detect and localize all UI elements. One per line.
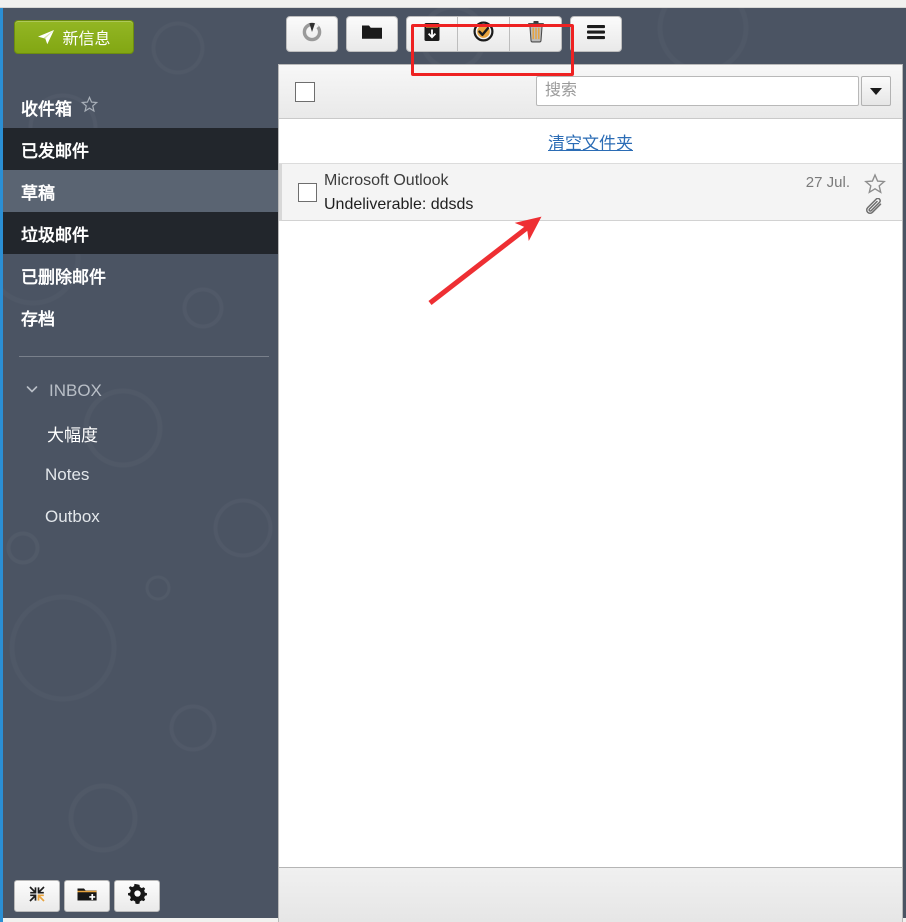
sidebar-folder-sent[interactable]: 已发邮件: [3, 128, 278, 170]
message-sender: Microsoft Outlook: [324, 172, 449, 189]
subfolder-label: Outbox: [45, 507, 100, 526]
folder-label: 草稿: [21, 183, 55, 203]
window-left-accent-border: [0, 8, 3, 922]
empty-folder-bar: 清空文件夹: [279, 119, 902, 164]
message-subject: Undeliverable: ddsds: [324, 196, 474, 213]
message-row[interactable]: Microsoft Outlook Undeliverable: ddsds 2…: [279, 164, 902, 221]
search-bar: [536, 76, 891, 106]
sidebar-folder-trash[interactable]: 已删除邮件: [3, 254, 278, 296]
add-folder-button[interactable]: [64, 880, 110, 912]
subfolder-label: 大幅度: [47, 425, 98, 445]
main-toolbar: [286, 16, 622, 76]
refresh-icon: [301, 21, 323, 48]
mark-read-button[interactable]: [458, 16, 510, 52]
search-options-button[interactable]: [861, 76, 891, 106]
delete-button[interactable]: [510, 16, 562, 52]
sidebar: 新信息 收件箱 已发邮件 草稿 垃圾邮件 已删除邮件 存档 INBOX 大幅度 …: [3, 8, 278, 922]
subfolder-label: Notes: [45, 465, 90, 484]
collapse-sidebar-button[interactable]: [14, 880, 60, 912]
sidebar-folder-inbox[interactable]: 收件箱: [3, 86, 278, 128]
message-list-panel: 清空文件夹 Microsoft Outlook Undeliverable: d…: [278, 64, 903, 922]
folder-icon: [360, 22, 384, 47]
folder-label: 存档: [21, 309, 55, 329]
message-checkbox[interactable]: [298, 183, 317, 202]
caret-down-icon: [870, 87, 882, 95]
search-input[interactable]: [536, 76, 859, 106]
message-list-header: [279, 65, 902, 119]
gear-icon: [127, 883, 148, 909]
folder-list: 收件箱 已发邮件 草稿 垃圾邮件 已删除邮件 存档: [3, 86, 278, 338]
chevron-down-icon[interactable]: [25, 381, 39, 401]
refresh-button[interactable]: [286, 16, 338, 52]
subfolder-label: INBOX: [49, 381, 102, 400]
favorite-star-icon[interactable]: [80, 95, 99, 118]
mail-client-window: 新信息 收件箱 已发邮件 草稿 垃圾邮件 已删除邮件 存档 INBOX 大幅度 …: [0, 0, 906, 922]
toolbar-group-actions: [406, 16, 562, 52]
sidebar-subfolder-notes[interactable]: Notes: [3, 454, 278, 496]
sidebar-subfolder-inbox[interactable]: INBOX: [3, 370, 278, 412]
message-date: 27 Jul.: [805, 174, 850, 191]
message-star-icon[interactable]: [864, 173, 886, 200]
message-list-body: [279, 221, 902, 821]
hamburger-menu-icon: [584, 23, 608, 46]
collapse-icon: [27, 884, 47, 909]
compose-button-label: 新信息: [62, 31, 111, 48]
sidebar-subfolder-dafudu[interactable]: 大幅度: [3, 412, 278, 454]
attachment-paperclip-icon: [864, 197, 886, 223]
select-all-checkbox[interactable]: [295, 81, 315, 102]
folder-label: 已删除邮件: [21, 267, 106, 287]
settings-button[interactable]: [114, 880, 160, 912]
message-list-footer: [279, 867, 902, 922]
archive-icon: [422, 21, 442, 48]
folder-label: 垃圾邮件: [21, 225, 89, 245]
sidebar-subfolder-outbox[interactable]: Outbox: [3, 496, 278, 538]
mark-read-icon: [472, 20, 495, 48]
trash-icon: [526, 20, 546, 48]
empty-folder-link[interactable]: 清空文件夹: [548, 129, 633, 154]
folder-label: 已发邮件: [21, 141, 89, 161]
folder-label: 收件箱: [21, 99, 72, 119]
paper-plane-icon: [37, 28, 55, 46]
move-to-folder-button[interactable]: [346, 16, 398, 52]
toolbar-group-refresh: [286, 16, 338, 52]
sidebar-footer-toolbar: [14, 880, 160, 912]
sidebar-divider: [19, 356, 269, 357]
compose-button[interactable]: 新信息: [14, 20, 134, 54]
subfolder-list: INBOX 大幅度 Notes Outbox: [3, 370, 278, 538]
more-options-button[interactable]: [570, 16, 622, 52]
toolbar-group-folder: [346, 16, 398, 52]
archive-button[interactable]: [406, 16, 458, 52]
sidebar-folder-archive[interactable]: 存档: [3, 296, 278, 338]
sidebar-folder-junk[interactable]: 垃圾邮件: [3, 212, 278, 254]
window-top-strip: [0, 0, 906, 8]
add-folder-icon: [76, 884, 98, 909]
toolbar-group-menu: [570, 16, 622, 52]
sidebar-folder-drafts[interactable]: 草稿: [3, 170, 278, 212]
